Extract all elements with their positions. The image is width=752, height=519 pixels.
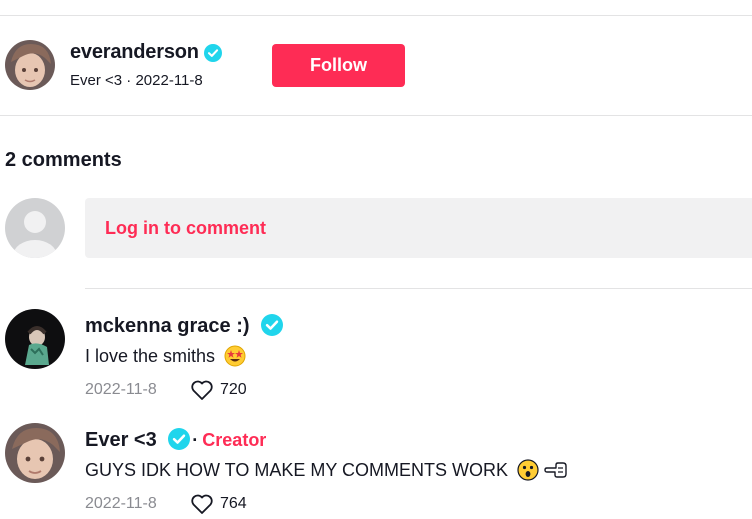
login-to-comment-link[interactable]: Log in to comment [105,218,266,239]
default-avatar-icon [5,198,65,258]
author-nickname: Ever <3 [70,72,123,89]
author-avatar[interactable] [5,40,55,90]
comment-author[interactable]: mckenna grace :) [85,313,284,338]
comment-author-name[interactable]: Ever <3 [85,429,157,451]
author-divider [0,115,752,116]
comments-count: 2 comments [5,149,122,171]
heart-icon[interactable] [190,379,214,401]
badge-separator: · [192,430,199,450]
verified-icon [168,427,191,450]
top-divider [0,15,752,16]
comment-avatar[interactable] [5,309,65,369]
follow-button[interactable]: Follow [272,44,405,87]
like-count: 764 [220,495,247,512]
comment-date: 2022-11-8 [85,495,157,512]
comments-divider [85,288,752,289]
like-button[interactable]: 720 [190,379,247,401]
astonished-face-emoji-icon [517,459,539,481]
author-separator: · [122,72,136,89]
comment-text: I love the smiths [85,345,246,367]
heart-icon[interactable] [190,493,214,515]
comment-author[interactable]: Ever <3 · Creator [85,427,267,452]
star-struck-emoji-icon [224,345,246,367]
post-date: 2022-11-8 [135,72,203,89]
creator-badge: Creator [202,430,267,450]
comment-text: GUYS IDK HOW TO MAKE MY COMMENTS WORK [85,459,568,481]
author-username-text[interactable]: everanderson [70,41,199,63]
verified-icon [204,43,223,62]
comment-author-name[interactable]: mckenna grace :) [85,315,250,337]
author-username[interactable]: everanderson [70,41,223,64]
pointing-left-icon [544,462,567,478]
comment-login-box[interactable]: Log in to comment [85,198,752,258]
verified-icon [261,313,284,336]
comment-date: 2022-11-8 [85,381,157,398]
comment-text-content: I love the smiths [85,346,216,366]
like-count: 720 [220,381,247,398]
comment-avatar[interactable] [5,423,65,483]
author-subline: Ever <3 · 2022-11-8 [70,72,203,89]
like-button[interactable]: 764 [190,493,247,515]
comment-text-content: GUYS IDK HOW TO MAKE MY COMMENTS WORK [85,460,509,480]
